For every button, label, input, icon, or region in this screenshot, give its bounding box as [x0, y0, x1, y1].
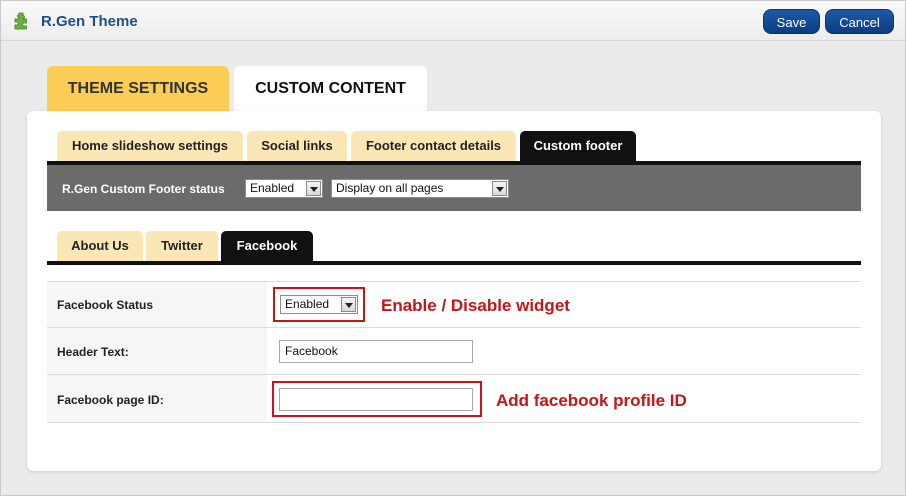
- header-text-label: Header Text:: [57, 345, 129, 359]
- chevron-down-icon[interactable]: [341, 297, 356, 312]
- footer-status-label: R.Gen Custom Footer status: [62, 182, 225, 196]
- tab-twitter[interactable]: Twitter: [146, 231, 218, 261]
- status-annotation: Enable / Disable widget: [381, 296, 570, 315]
- footer-status-value: Enabled: [250, 181, 295, 195]
- app-title: R.Gen Theme: [41, 13, 138, 30]
- chevron-down-icon[interactable]: [306, 181, 321, 196]
- widget-tab-divider: [47, 261, 861, 265]
- facebook-status-label: Facebook Status: [57, 298, 154, 312]
- footer-status-select[interactable]: Enabled: [245, 179, 323, 198]
- cancel-button[interactable]: Cancel: [825, 9, 894, 34]
- tab-custom-footer[interactable]: Custom footer: [520, 131, 636, 161]
- header-bar: R.Gen Theme Save Cancel: [1, 1, 905, 41]
- facebook-page-id-label: Facebook page ID:: [57, 393, 164, 407]
- facebook-status-value: Enabled: [285, 297, 330, 311]
- facebook-status-select[interactable]: Enabled: [280, 295, 358, 314]
- save-button[interactable]: Save: [763, 9, 820, 34]
- display-pages-select[interactable]: Display on all pages: [331, 179, 509, 198]
- tab-about-us[interactable]: About Us: [57, 231, 143, 261]
- tab-facebook[interactable]: Facebook: [221, 231, 313, 261]
- puzzle-icon: [14, 12, 27, 30]
- tab-footer-contact-details[interactable]: Footer contact details: [351, 131, 516, 161]
- tab-theme-settings[interactable]: THEME SETTINGS: [47, 66, 229, 112]
- tab-social-links[interactable]: Social links: [247, 131, 347, 161]
- display-pages-value: Display on all pages: [336, 181, 444, 195]
- header-text-input[interactable]: Facebook: [279, 340, 473, 363]
- page-id-annotation: Add facebook profile ID: [496, 391, 687, 410]
- app-window: R.Gen Theme Save Cancel THEME SETTINGS C…: [0, 0, 906, 496]
- tab-home-slideshow-settings[interactable]: Home slideshow settings: [57, 131, 243, 161]
- facebook-page-id-input[interactable]: [279, 388, 473, 411]
- chevron-down-icon[interactable]: [492, 181, 507, 196]
- tab-custom-content[interactable]: CUSTOM CONTENT: [234, 66, 427, 112]
- footer-status-bar: R.Gen Custom Footer status Enabled Displ…: [47, 165, 861, 211]
